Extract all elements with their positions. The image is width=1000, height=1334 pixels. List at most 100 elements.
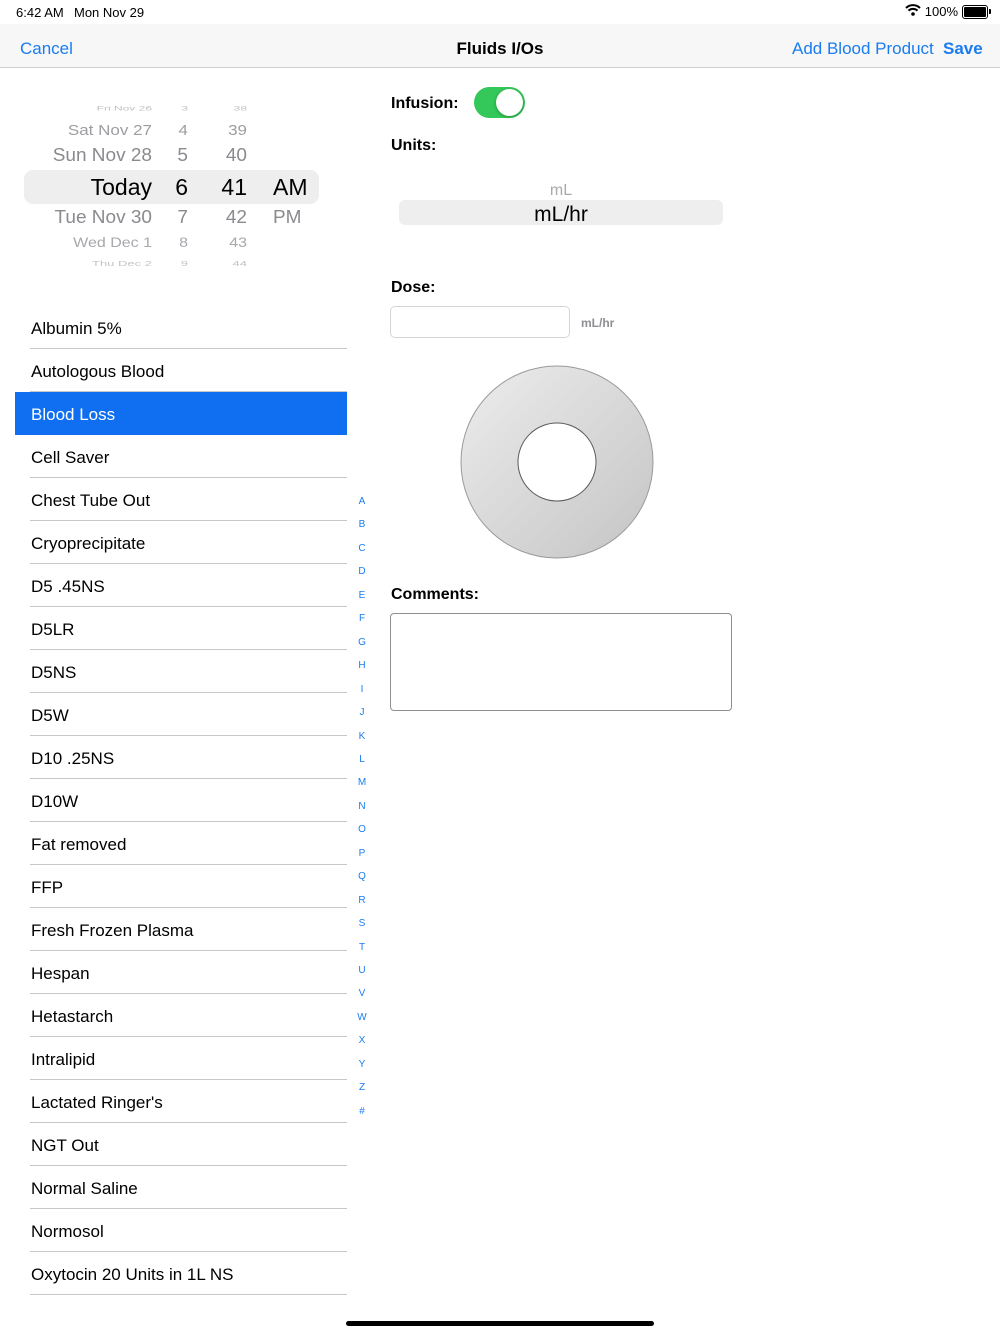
picker-day: Sun Nov 28 — [52, 145, 152, 166]
list-item[interactable]: Autologous Blood — [15, 349, 347, 392]
list-item[interactable]: Fresh Frozen Plasma — [15, 908, 347, 951]
dose-dial[interactable] — [459, 364, 655, 560]
home-indicator — [346, 1321, 654, 1326]
picker-hour: 4 — [178, 122, 188, 139]
picker-row[interactable]: Thu Dec 2 9 44 — [24, 259, 319, 270]
index-letter[interactable]: W — [354, 1012, 370, 1023]
comments-field[interactable] — [390, 613, 732, 711]
list-item[interactable]: NGT Out — [15, 1123, 347, 1166]
picker-row[interactable]: Sun Nov 28 5 40 — [24, 146, 319, 173]
list-item[interactable]: D5NS — [15, 650, 347, 693]
list-item[interactable]: Intralipid — [15, 1037, 347, 1080]
index-letter[interactable]: M — [354, 777, 370, 788]
list-item[interactable]: Lactated Ringer's — [15, 1080, 347, 1123]
picker-hour: 8 — [179, 236, 188, 251]
list-item[interactable]: Hespan — [15, 951, 347, 994]
toggle-knob — [496, 89, 523, 116]
list-item-label: D5NS — [31, 663, 77, 682]
add-blood-product-button[interactable]: Add Blood Product — [792, 39, 934, 59]
list-item-label: Albumin 5% — [31, 319, 122, 338]
picker-minute: 41 — [221, 174, 247, 200]
list-item[interactable]: D5 .45NS — [15, 564, 347, 607]
index-letter[interactable]: G — [354, 637, 370, 648]
picker-minute: 44 — [232, 259, 247, 268]
index-letter[interactable]: E — [354, 590, 370, 601]
list-item-label: Normal Saline — [31, 1179, 138, 1198]
index-letter[interactable]: B — [354, 519, 370, 530]
list-item[interactable]: FFP — [15, 865, 347, 908]
list-item-label: FFP — [31, 878, 64, 897]
index-letter[interactable]: Q — [354, 871, 370, 882]
index-letter[interactable]: F — [354, 613, 370, 624]
list-item[interactable]: Normal Saline — [15, 1166, 347, 1209]
index-letter[interactable]: Z — [354, 1082, 370, 1093]
list-item[interactable]: Hetastarch — [15, 994, 347, 1037]
units-option-ml-hr[interactable]: mL/hr — [399, 203, 723, 227]
index-letter[interactable]: J — [354, 707, 370, 718]
picker-day: Fri Nov 26 — [96, 104, 152, 112]
picker-minute: 40 — [225, 145, 247, 166]
index-letter[interactable]: D — [354, 566, 370, 577]
index-letter[interactable]: U — [354, 965, 370, 976]
status-time: 6:42 AM — [16, 5, 64, 20]
picker-hour: 5 — [177, 145, 188, 166]
dose-input[interactable] — [390, 306, 570, 338]
list-item[interactable]: Normosol — [15, 1209, 347, 1252]
status-right: 100% — [905, 4, 991, 19]
index-letter[interactable]: C — [354, 543, 370, 554]
list-item[interactable]: D5LR — [15, 607, 347, 650]
list-item-label: D10W — [31, 792, 79, 811]
list-item[interactable]: D10 .25NS — [15, 736, 347, 779]
battery-icon — [962, 4, 991, 19]
list-item[interactable]: Albumin 5% — [15, 306, 347, 349]
fluid-list: Albumin 5% Autologous Blood Blood Loss Cell… — [15, 306, 347, 1295]
picker-row[interactable]: Fri Nov 26 3 38 — [24, 104, 319, 119]
list-item[interactable]: D5W — [15, 693, 347, 736]
units-option-ml[interactable]: mL — [399, 182, 723, 200]
picker-row[interactable]: Wed Dec 1 8 43 — [24, 236, 319, 260]
picker-day: Wed Dec 1 — [73, 236, 152, 251]
list-item[interactable]: Cryoprecipitate — [15, 521, 347, 564]
picker-ampm: AM — [273, 174, 308, 200]
index-letter[interactable]: # — [354, 1106, 370, 1117]
index-letter[interactable]: H — [354, 660, 370, 671]
infusion-toggle[interactable] — [474, 87, 525, 118]
list-item-label: Chest Tube Out — [31, 491, 151, 510]
picker-row[interactable]: Sat Nov 27 4 39 — [24, 122, 319, 146]
status-date: Mon Nov 29 — [74, 5, 145, 20]
date-time-picker[interactable]: Fri Nov 26 3 38 Sat Nov 27 4 39 Sun Nov 28 5 40 T… — [24, 90, 319, 270]
index-letter[interactable]: I — [354, 684, 370, 695]
comments-label: Comments: — [391, 586, 480, 603]
index-letter[interactable]: X — [354, 1035, 370, 1046]
index-letter[interactable]: L — [354, 754, 370, 765]
list-item[interactable]: D10W — [15, 779, 347, 822]
index-letter[interactable]: T — [354, 942, 370, 953]
index-letter[interactable]: P — [354, 848, 370, 859]
list-item-label: D5W — [31, 706, 69, 725]
index-letter[interactable]: R — [354, 895, 370, 906]
save-button[interactable]: Save — [943, 39, 983, 59]
index-letter[interactable]: V — [354, 988, 370, 999]
index-letter[interactable]: Y — [354, 1059, 370, 1070]
picker-minute: 43 — [229, 236, 247, 251]
picker-row[interactable]: Today 6 41 AM — [24, 174, 319, 202]
list-item[interactable]: Blood Loss — [15, 392, 347, 435]
index-letter[interactable]: S — [354, 918, 370, 929]
list-item-label: Cryoprecipitate — [31, 534, 146, 553]
list-item[interactable]: Fat removed — [15, 822, 347, 865]
picker-row[interactable]: Tue Nov 30 7 42 PM — [24, 208, 319, 235]
list-item-label: Autologous Blood — [31, 362, 165, 381]
list-item[interactable]: Chest Tube Out — [15, 478, 347, 521]
cancel-button[interactable]: Cancel — [20, 39, 73, 59]
list-item-label: Hespan — [31, 964, 90, 983]
index-letter[interactable]: N — [354, 801, 370, 812]
list-item[interactable]: Oxytocin 20 Units in 1L NS — [15, 1252, 347, 1295]
index-letter[interactable]: K — [354, 731, 370, 742]
list-item[interactable]: Cell Saver — [15, 435, 347, 478]
picker-day: Tue Nov 30 — [54, 207, 152, 228]
list-item-label: Lactated Ringer's — [31, 1093, 163, 1112]
list-item-label: Cell Saver — [31, 448, 110, 467]
index-letter[interactable]: O — [354, 824, 370, 835]
index-letter[interactable]: A — [354, 496, 370, 507]
dose-label: Dose: — [391, 279, 436, 296]
